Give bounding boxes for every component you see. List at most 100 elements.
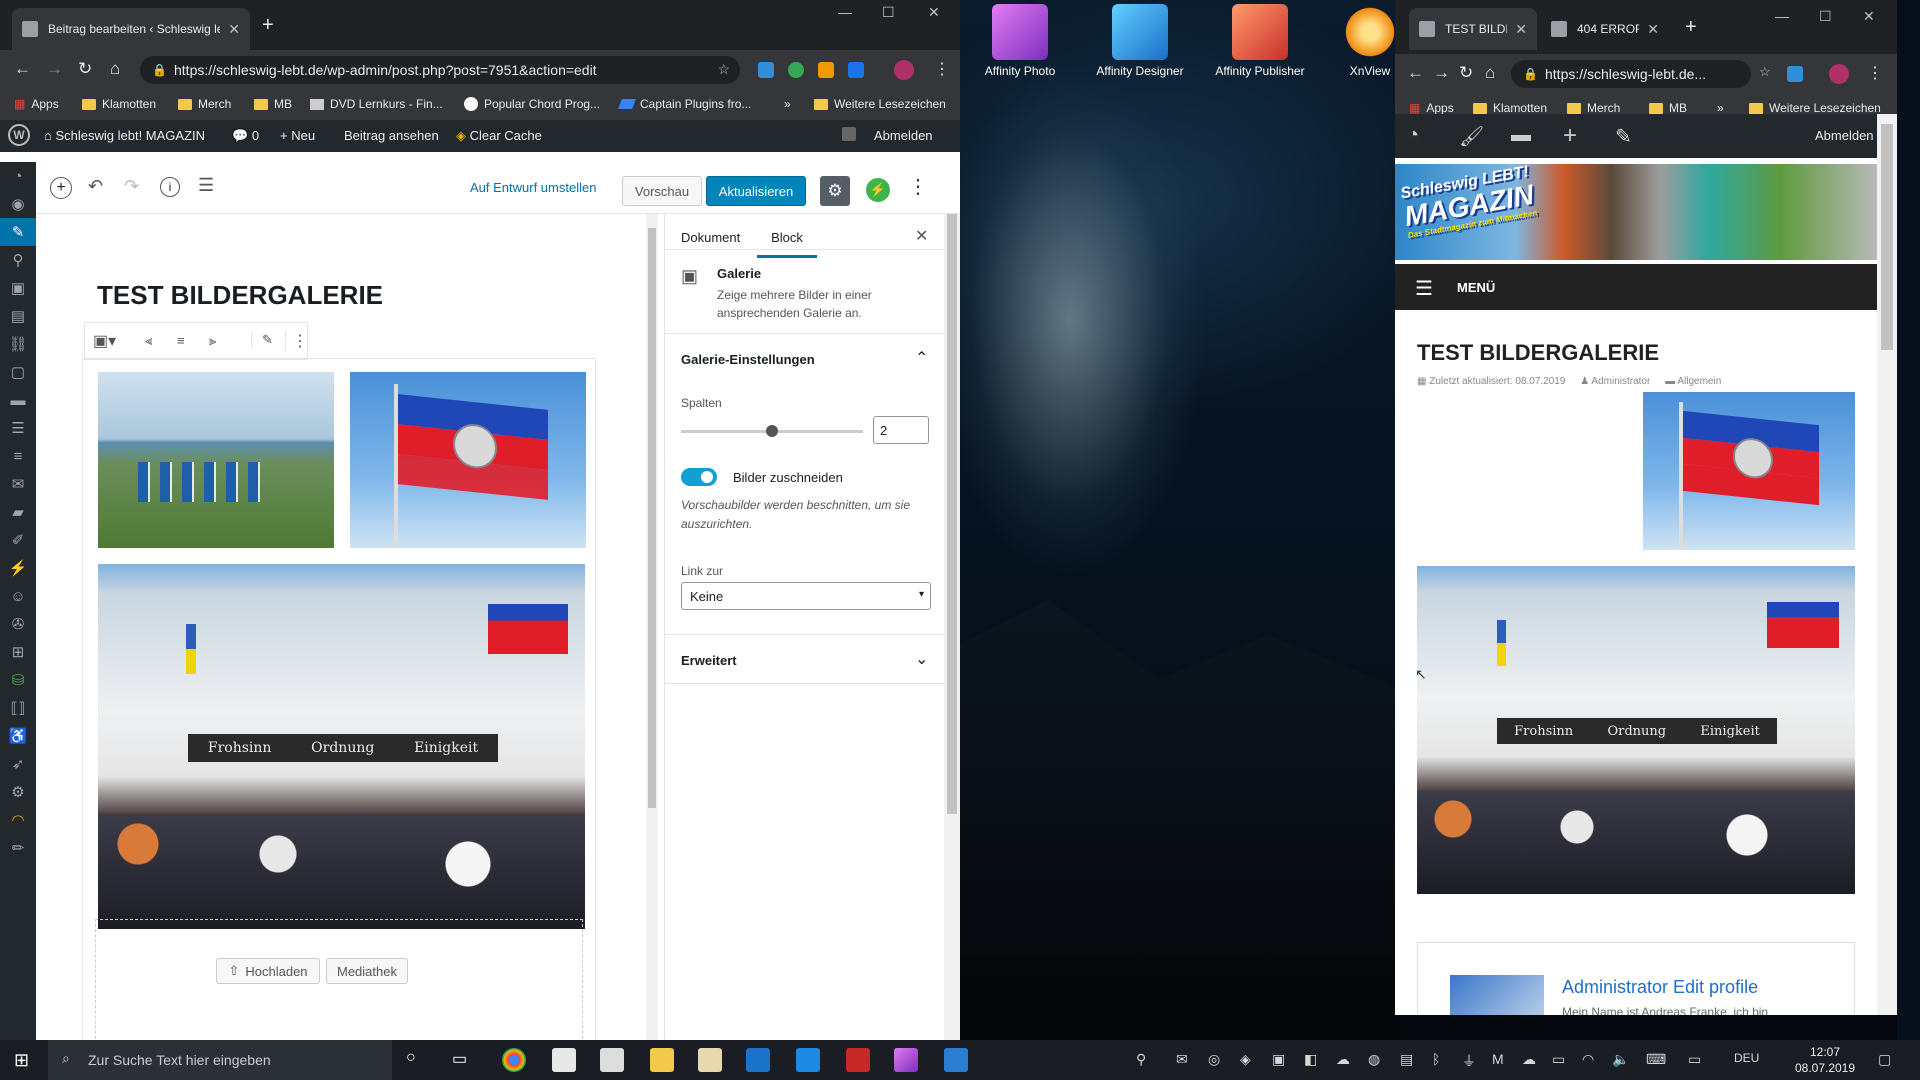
brackets-icon[interactable]: ⟦⟧ <box>0 694 36 722</box>
bookmark-dvd[interactable]: DVD Lernkurs - Fin... <box>310 97 443 111</box>
url-bar[interactable]: 🔒 https://schleswig-lebt.de/wp-admin/pos… <box>140 56 740 84</box>
reload-icon[interactable]: ↻ <box>78 59 92 79</box>
new-plus-icon[interactable]: + <box>1563 122 1577 150</box>
new-tab-icon[interactable]: + <box>1685 16 1697 39</box>
tab-test-gallery[interactable]: TEST BILDER ✕ <box>1409 8 1537 50</box>
calendar-taskbar-icon[interactable] <box>552 1048 576 1072</box>
extension-green-icon[interactable] <box>788 62 804 78</box>
cortana-icon[interactable]: ○ <box>406 1049 416 1067</box>
comments-link[interactable]: 💬 0 <box>232 128 259 144</box>
gallery-image-tent[interactable]: Frohsinn Ordnung Einigkeit <box>98 564 585 929</box>
bookmark-overflow[interactable]: » <box>1717 101 1724 115</box>
page-scrollbar-thumb[interactable] <box>947 214 957 814</box>
forward-icon[interactable]: → <box>1433 63 1450 83</box>
canvas-scrollbar-thumb[interactable] <box>648 228 656 808</box>
outlook-tray-icon[interactable]: ▣ <box>1272 1051 1285 1068</box>
jetpack-icon[interactable]: ◉ <box>0 190 36 218</box>
onedrive-tray-icon[interactable]: ☁ <box>1522 1051 1536 1068</box>
user-avatar[interactable] <box>842 127 856 141</box>
bookmark-merch[interactable]: Merch <box>1567 101 1620 115</box>
edit-pencil-icon[interactable]: ✎ <box>1615 124 1632 149</box>
bookmark-apps[interactable]: ▦ Apps <box>14 97 59 111</box>
mail-icon[interactable]: ✉ <box>0 470 36 498</box>
shield-tray-icon[interactable]: ◈ <box>1240 1051 1251 1068</box>
explorer-taskbar-icon[interactable] <box>650 1048 674 1072</box>
meta-category[interactable]: Allgemein <box>1677 376 1721 387</box>
close-window-icon[interactable]: ✕ <box>1863 8 1875 25</box>
site-menu-bar[interactable]: ☰ MENÜ <box>1395 264 1877 310</box>
dashboard-icon[interactable]: ◔ <box>1407 124 1419 147</box>
plugins-icon[interactable]: ⚡ <box>0 554 36 582</box>
crop-toggle[interactable] <box>681 468 717 486</box>
media-taskbar-icon[interactable] <box>698 1048 722 1072</box>
bookmark-weitere[interactable]: Weitere Lesezeichen <box>1749 101 1881 115</box>
gallery-block-icon[interactable]: ▣▾ <box>93 331 116 351</box>
more-options-icon[interactable]: ⋮ <box>908 174 928 199</box>
new-tab-icon[interactable]: + <box>262 14 274 37</box>
site-scrollbar[interactable] <box>1877 114 1897 1015</box>
minimize-icon[interactable]: — <box>838 4 852 20</box>
jetpack-bolt-icon[interactable]: ⚡ <box>866 178 890 202</box>
speed-icon[interactable]: ➶ <box>0 750 36 778</box>
customize-brush-icon[interactable]: 🖌 <box>1459 124 1484 149</box>
close-window-icon[interactable]: ✕ <box>928 4 940 21</box>
settings-box-icon[interactable]: ⊞ <box>0 638 36 666</box>
site-name-link[interactable]: ⌂ Schleswig lebt! MAGAZIN <box>44 128 205 143</box>
gallery-block[interactable]: Frohsinn Ordnung Einigkeit ⇧ Hochladen Me… <box>82 358 596 1040</box>
clock[interactable]: 12:07 08.07.2019 <box>1790 1044 1860 1076</box>
logout-link[interactable]: Abmelden <box>874 128 933 143</box>
undo-icon[interactable]: ↶ <box>88 176 103 197</box>
bookmark-mb[interactable]: MB <box>254 97 292 111</box>
meta-author[interactable]: Administrator <box>1591 376 1650 387</box>
bluetooth-tray-icon[interactable]: ᛒ <box>1432 1051 1440 1067</box>
windows-start-icon[interactable]: ⊞ <box>14 1050 29 1071</box>
vscode-taskbar-icon[interactable] <box>944 1048 968 1072</box>
tab-document[interactable]: Dokument <box>681 230 740 245</box>
media-library-button[interactable]: Mediathek <box>326 958 408 984</box>
media-icon[interactable]: ▣ <box>0 274 36 302</box>
chrome-tray-icon[interactable]: ◍ <box>1368 1051 1380 1068</box>
bookmark-chord[interactable]: Popular Chord Prog... <box>464 97 600 111</box>
bookmark-captain[interactable]: Captain Plugins fro... <box>618 97 751 111</box>
menu-dots-icon[interactable]: ⋮ <box>934 59 950 79</box>
bookmark-overflow[interactable]: » <box>784 97 791 111</box>
page-scrollbar[interactable] <box>944 214 960 1040</box>
language-indicator[interactable]: DEU <box>1734 1051 1759 1065</box>
users-icon[interactable]: ☺ <box>0 582 36 610</box>
update-button[interactable]: Aktualisieren <box>706 176 806 206</box>
columns-slider-knob[interactable] <box>766 425 778 437</box>
maximize-icon[interactable]: ☐ <box>882 4 895 21</box>
battery-tray-icon[interactable]: ▭ <box>1552 1051 1565 1068</box>
links-icon[interactable]: ⛓ <box>0 330 36 358</box>
keyboard-tray-icon[interactable]: ⌨ <box>1646 1051 1666 1068</box>
notification-icon[interactable]: ▢ <box>1878 1051 1891 1068</box>
outline-icon[interactable]: ☰ <box>198 175 214 196</box>
desktop-tray-icon[interactable]: ▭ <box>1688 1051 1701 1068</box>
bookmark-weitere[interactable]: Weitere Lesezeichen <box>814 97 946 111</box>
dashboard-icon[interactable]: ◔ <box>0 162 36 190</box>
url-bar-right[interactable]: 🔒 https://schleswig-lebt.de... <box>1511 60 1751 88</box>
align-left-icon[interactable]: ⫷ <box>145 333 152 349</box>
maximize-icon[interactable]: ☐ <box>1819 8 1832 25</box>
close-tab-icon[interactable]: ✕ <box>1647 21 1659 38</box>
minimize-icon[interactable]: — <box>1775 8 1789 24</box>
extension-blue-icon[interactable] <box>848 62 864 78</box>
bookmark-klamotten[interactable]: Klamotten <box>1473 101 1547 115</box>
add-block-icon[interactable]: + <box>50 177 72 199</box>
pin-icon[interactable]: ⚲ <box>0 246 36 274</box>
forward-icon[interactable]: → <box>46 59 63 79</box>
clear-cache-link[interactable]: ◈ Clear Cache <box>456 128 542 144</box>
back-icon[interactable]: ← <box>1407 63 1424 83</box>
list-icon[interactable]: ≡ <box>0 442 36 470</box>
align-right-icon[interactable]: ⫸ <box>209 333 216 349</box>
desktop-icon-affinity-publisher[interactable]: Affinity Publisher <box>1205 4 1315 78</box>
bookmark-star-icon[interactable]: ☆ <box>1759 64 1771 80</box>
posts-icon[interactable]: ✎ <box>0 218 36 246</box>
chrome-taskbar-icon[interactable] <box>502 1048 526 1072</box>
forms-icon[interactable]: ☰ <box>0 414 36 442</box>
reload-icon[interactable]: ↻ <box>1459 63 1473 83</box>
database-icon[interactable]: ⛁ <box>0 666 36 694</box>
block-more-icon[interactable]: ⋮ <box>285 331 308 351</box>
appearance-icon[interactable]: ✐ <box>0 526 36 554</box>
close-tab-icon[interactable]: ✕ <box>228 21 240 38</box>
